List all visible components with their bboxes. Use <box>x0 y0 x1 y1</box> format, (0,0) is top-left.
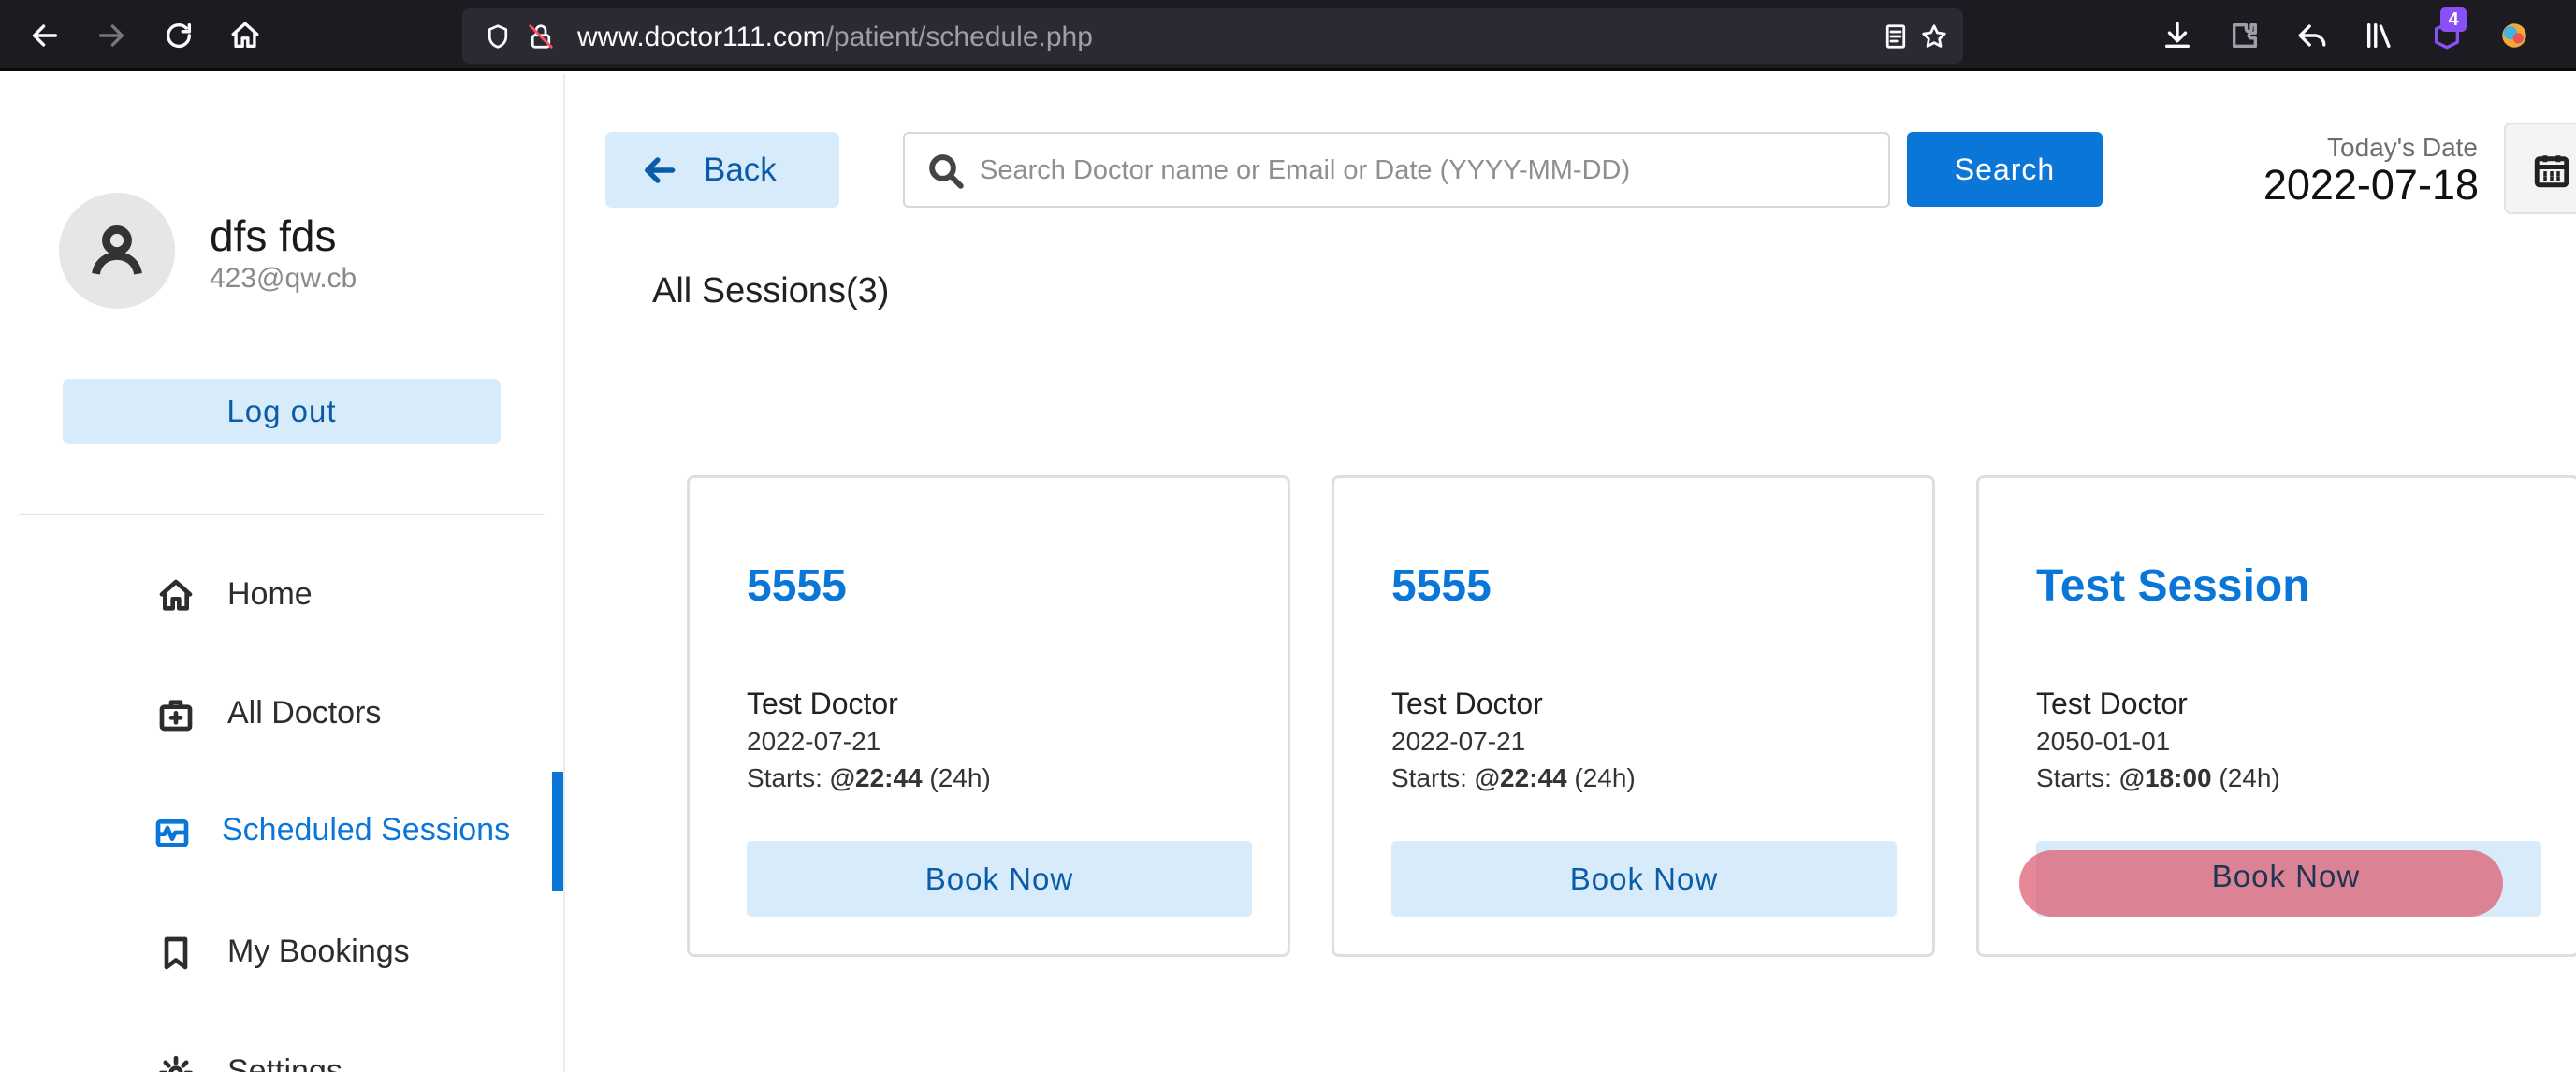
schedule-pulse-icon <box>152 812 193 853</box>
url-path: /patient/schedule.php <box>825 22 1093 52</box>
sidebar-item-label: Home <box>227 576 313 612</box>
search-icon <box>929 154 964 189</box>
session-doctor: Test Doctor <box>747 687 898 720</box>
time-format: (24h) <box>2211 763 2280 792</box>
session-title: 5555 <box>1391 561 1492 611</box>
book-now-button[interactable]: Book Now <box>1391 841 1897 917</box>
home-browser-icon[interactable] <box>223 13 268 58</box>
address-bar[interactable]: www.doctor111.com/patient/schedule.php <box>462 8 1963 64</box>
bookmark-icon <box>155 933 196 974</box>
active-indicator <box>552 772 563 891</box>
session-title: Test Session <box>2036 561 2310 611</box>
bookmark-star-icon[interactable] <box>1917 20 1951 53</box>
url-text[interactable]: www.doctor111.com/patient/schedule.php <box>577 22 1093 53</box>
session-date: 2050-01-01 <box>2036 727 2171 756</box>
time-format: (24h) <box>1566 763 1636 792</box>
back-button-label: Back <box>704 152 777 188</box>
doctor-kit-icon <box>155 694 196 735</box>
starts-prefix: Starts: <box>2036 763 2119 792</box>
session-doctor: Test Doctor <box>2036 687 2188 720</box>
library-icon[interactable] <box>2360 16 2399 55</box>
avatar <box>59 193 175 309</box>
start-time: @22:44 <box>1474 763 1567 792</box>
insecure-lock-icon[interactable] <box>524 20 558 53</box>
session-card: 5555 Test Doctor 2022-07-21 Starts: @22:… <box>1332 475 1935 957</box>
shield-icon[interactable] <box>481 20 515 53</box>
sidebar: dfs fds 423@qw.cb Log out Home All Docto… <box>0 74 565 1072</box>
starts-prefix: Starts: <box>747 763 830 792</box>
today-date-label: Today's Date <box>2327 133 2478 162</box>
download-icon[interactable] <box>2158 16 2197 55</box>
sidebar-item-all-doctors[interactable]: All Doctors <box>0 671 563 755</box>
session-start-time: Starts: @22:44 (24h) <box>1391 763 1636 793</box>
url-host: www.doctor111.com <box>577 22 826 52</box>
sidebar-item-settings[interactable]: Settings <box>0 1029 563 1072</box>
time-format: (24h) <box>922 763 991 792</box>
sidebar-divider <box>19 514 545 515</box>
gear-icon <box>155 1052 196 1072</box>
sidebar-item-my-bookings[interactable]: My Bookings <box>0 909 563 993</box>
home-icon <box>155 575 196 616</box>
session-date: 2022-07-21 <box>1391 727 1526 756</box>
calendar-icon <box>2534 155 2569 188</box>
search-input[interactable] <box>980 145 1878 196</box>
starts-prefix: Starts: <box>1391 763 1475 792</box>
calendar-button[interactable] <box>2504 123 2576 214</box>
book-now-label[interactable]: Book Now <box>2033 838 2539 914</box>
reload-icon[interactable] <box>156 13 201 58</box>
extension-badge: 4 <box>2440 7 2467 32</box>
search-button[interactable]: Search <box>1907 132 2103 207</box>
reader-view-icon[interactable] <box>1879 20 1913 53</box>
back-button[interactable]: Back <box>605 132 839 208</box>
sidebar-item-label: All Doctors <box>227 695 382 731</box>
search-box[interactable] <box>903 132 1890 208</box>
user-icon <box>92 225 142 275</box>
session-card: 5555 Test Doctor 2022-07-21 Starts: @22:… <box>687 475 1290 957</box>
sidebar-item-label: My Bookings <box>227 934 410 969</box>
session-date: 2022-07-21 <box>747 727 881 756</box>
user-email: 423@qw.cb <box>210 263 357 294</box>
browser-toolbar: www.doctor111.com/patient/schedule.php 4 <box>0 0 2576 71</box>
account-colorful-icon[interactable] <box>2495 16 2534 55</box>
user-name: dfs fds <box>210 211 337 260</box>
forward-arrow-icon[interactable] <box>89 13 134 58</box>
reply-arrow-icon[interactable] <box>2292 16 2332 55</box>
session-title: 5555 <box>747 561 847 611</box>
back-arrow-icon[interactable] <box>22 13 67 58</box>
sessions-heading: All Sessions(3) <box>652 271 890 311</box>
book-now-button[interactable]: Book Now <box>747 841 1252 917</box>
logout-button[interactable]: Log out <box>63 379 501 444</box>
session-doctor: Test Doctor <box>1391 687 1543 720</box>
session-start-time: Starts: @22:44 (24h) <box>747 763 991 793</box>
sidebar-item-label: Scheduled Sessions <box>222 812 511 847</box>
sidebar-item-label: Settings <box>227 1053 342 1072</box>
start-time: @18:00 <box>2118 763 2212 792</box>
sidebar-item-home[interactable]: Home <box>0 552 563 636</box>
sidebar-item-scheduled-sessions[interactable]: Scheduled Sessions <box>0 772 563 891</box>
start-time: @22:44 <box>829 763 923 792</box>
arrow-left-icon <box>645 157 676 183</box>
extension-puzzle-icon[interactable] <box>2225 16 2264 55</box>
session-start-time: Starts: @18:00 (24h) <box>2036 763 2280 793</box>
today-date-value: 2022-07-18 <box>2263 161 2479 209</box>
